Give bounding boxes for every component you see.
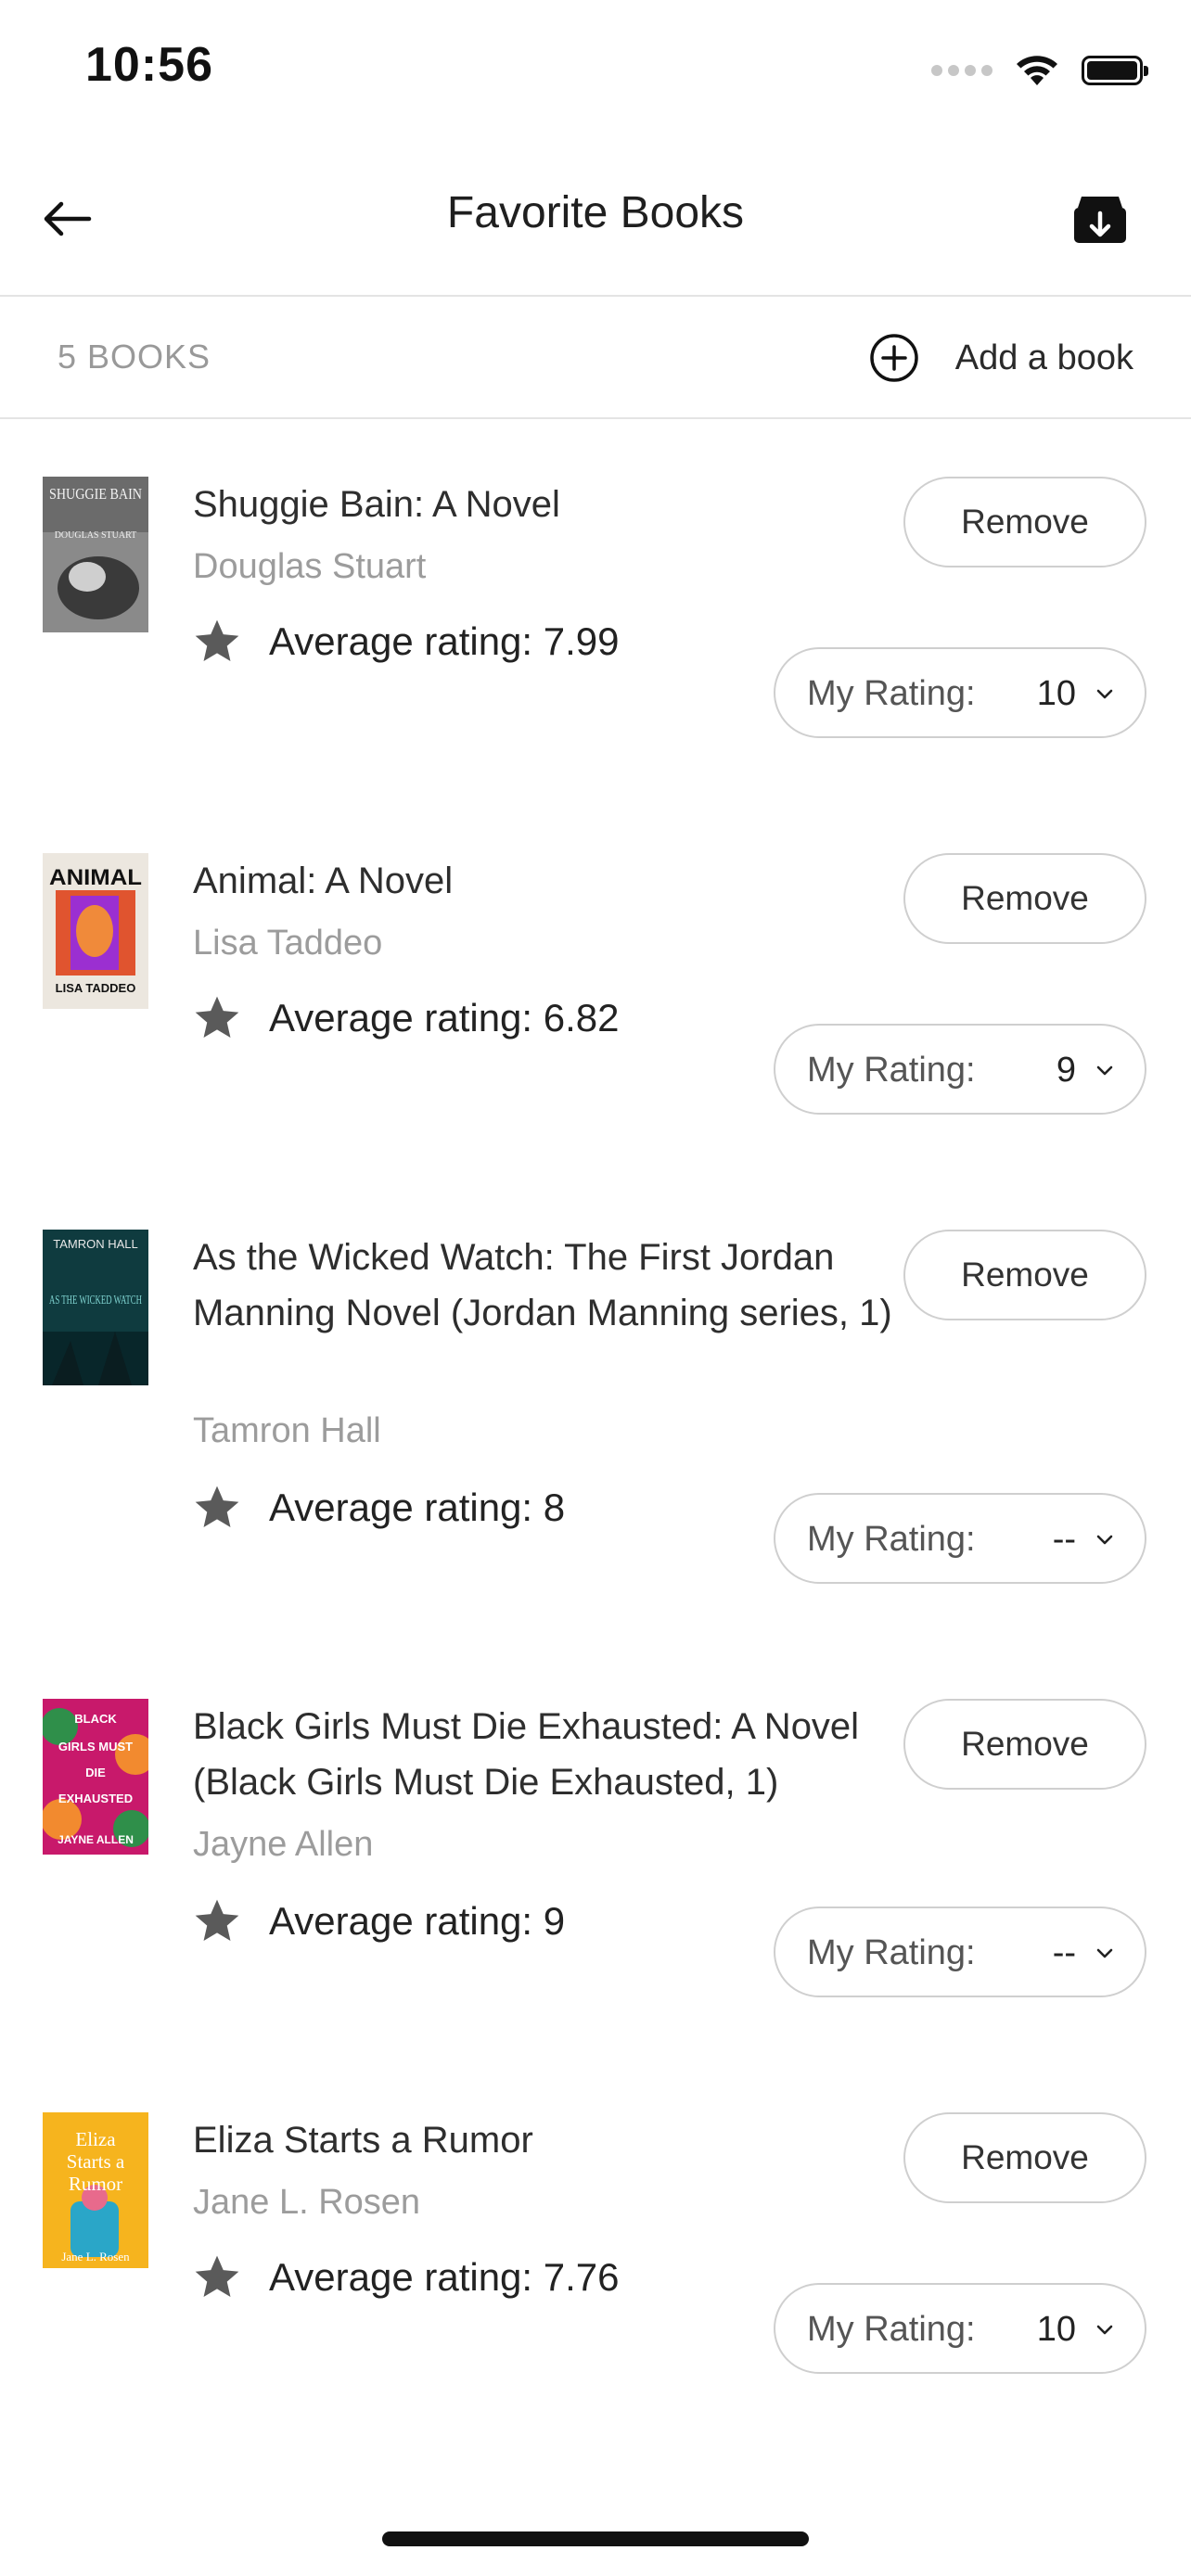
page-title: Favorite Books [446, 188, 745, 237]
svg-text:Eliza: Eliza [75, 2128, 116, 2150]
add-book-button[interactable]: Add a book [868, 332, 1133, 384]
my-rating-value: 9 [1056, 1051, 1076, 1090]
home-indicator[interactable] [382, 2531, 809, 2546]
star-icon [195, 1486, 239, 1527]
battery-icon [1082, 56, 1148, 85]
book-author: Lisa Taddeo [193, 924, 383, 963]
average-rating-text: Average rating: 7.76 [269, 2255, 620, 2299]
book-title: Black Girls Must Die Exhausted: A Novel … [193, 1706, 860, 1803]
my-rating-label: My Rating: [807, 1051, 976, 1090]
status-icons [931, 52, 1148, 89]
my-rating-value: -- [1052, 1933, 1076, 1972]
book-cover[interactable]: Eliza Starts a Rumor Jane L. Rosen [43, 2112, 148, 2268]
remove-button[interactable]: Remove [903, 477, 1146, 567]
book-title: Animal: A Novel [193, 861, 454, 901]
svg-text:DIE: DIE [85, 1766, 106, 1779]
my-rating-select[interactable]: My Rating: -- [774, 1493, 1146, 1584]
status-time: 10:56 [85, 38, 213, 92]
chevron-down-icon [1096, 1065, 1113, 1076]
plus-circle-icon [869, 334, 918, 382]
my-rating-select[interactable]: My Rating: 9 [774, 1024, 1146, 1115]
book-author: Jane L. Rosen [193, 2183, 421, 2222]
average-rating: Average rating: 8 [191, 1482, 565, 1534]
svg-text:Rumor: Rumor [69, 2173, 122, 2195]
status-bar: 10:56 [0, 0, 1191, 139]
star-icon [195, 996, 239, 1038]
svg-text:TAMRON HALL: TAMRON HALL [53, 1237, 138, 1251]
svg-text:JAYNE ALLEN: JAYNE ALLEN [58, 1833, 134, 1846]
book-cover-art: TAMRON HALL AS THE WICKED WATCH [43, 1230, 148, 1385]
average-rating-text: Average rating: 7.99 [269, 619, 620, 663]
svg-text:DOUGLAS STUART: DOUGLAS STUART [55, 530, 137, 541]
book-cover[interactable]: TAMRON HALL AS THE WICKED WATCH [43, 1230, 148, 1385]
my-rating-value: 10 [1036, 2310, 1076, 2349]
chevron-down-icon [1096, 689, 1113, 699]
star-icon [195, 2255, 239, 2297]
chevron-down-icon [1096, 1948, 1113, 1958]
remove-button[interactable]: Remove [903, 1230, 1146, 1320]
svg-text:AS THE WICKED WATCH: AS THE WICKED WATCH [49, 1294, 142, 1307]
book-title: As the Wicked Watch: The First Jordan Ma… [193, 1237, 892, 1333]
book-count: 5 BOOKS [58, 338, 211, 376]
svg-text:GIRLS MUST: GIRLS MUST [58, 1740, 133, 1753]
remove-button[interactable]: Remove [903, 2112, 1146, 2203]
svg-text:BLACK: BLACK [74, 1712, 117, 1726]
average-rating: Average rating: 7.76 [191, 2251, 620, 2303]
remove-button[interactable]: Remove [903, 1699, 1146, 1790]
download-tray-icon [1074, 197, 1126, 243]
book-title: Shuggie Bain: A Novel [193, 484, 560, 525]
average-rating: Average rating: 6.82 [191, 992, 620, 1044]
nav-bar: Favorite Books [0, 139, 1191, 297]
book-cover-art: ANIMAL LISA TADDEO [43, 853, 148, 1009]
my-rating-label: My Rating: [807, 674, 976, 713]
average-rating-text: Average rating: 9 [269, 1899, 566, 1943]
svg-text:Starts a: Starts a [67, 2150, 125, 2173]
svg-text:SHUGGIE BAIN: SHUGGIE BAIN [49, 485, 142, 503]
average-rating: Average rating: 7.99 [191, 616, 620, 668]
book-cover-art: BLACK GIRLS MUST DIE EXHAUSTED JAYNE ALL… [43, 1699, 148, 1855]
svg-text:LISA TADDEO: LISA TADDEO [56, 981, 136, 995]
add-book-label: Add a book [954, 338, 1133, 377]
average-rating: Average rating: 9 [191, 1895, 565, 1947]
my-rating-label: My Rating: [807, 2310, 976, 2349]
book-title: Eliza Starts a Rumor [193, 2120, 533, 2161]
book-cover[interactable]: SHUGGIE BAIN DOUGLAS STUART [43, 477, 148, 632]
star-icon [195, 619, 239, 661]
book-cover[interactable]: ANIMAL LISA TADDEO [43, 853, 148, 1009]
my-rating-label: My Rating: [807, 1520, 976, 1559]
star-icon [195, 1899, 239, 1941]
my-rating-value: -- [1052, 1520, 1076, 1559]
svg-text:EXHAUSTED: EXHAUSTED [58, 1792, 133, 1805]
list-subheader: 5 BOOKS Add a book [0, 297, 1191, 419]
my-rating-value: 10 [1036, 674, 1076, 713]
book-author: Douglas Stuart [193, 547, 427, 586]
my-rating-select[interactable]: My Rating: 10 [774, 2283, 1146, 2374]
average-rating-text: Average rating: 8 [269, 1486, 566, 1529]
book-cover[interactable]: BLACK GIRLS MUST DIE EXHAUSTED JAYNE ALL… [43, 1699, 148, 1855]
book-author: Tamron Hall [193, 1411, 381, 1450]
remove-button[interactable]: Remove [903, 853, 1146, 944]
average-rating-text: Average rating: 6.82 [269, 996, 620, 1039]
chevron-down-icon [1096, 1535, 1113, 1545]
my-rating-label: My Rating: [807, 1933, 976, 1972]
my-rating-select[interactable]: My Rating: -- [774, 1906, 1146, 1997]
svg-text:ANIMAL: ANIMAL [49, 865, 142, 890]
chevron-down-icon [1096, 2325, 1113, 2335]
my-rating-select[interactable]: My Rating: 10 [774, 647, 1146, 738]
cellular-signal-icon [931, 65, 992, 76]
export-button[interactable] [1070, 189, 1130, 249]
book-cover-art: SHUGGIE BAIN DOUGLAS STUART [43, 477, 148, 632]
svg-text:Jane L. Rosen: Jane L. Rosen [61, 2250, 130, 2264]
book-cover-art: Eliza Starts a Rumor Jane L. Rosen [43, 2112, 148, 2268]
wifi-icon [1017, 56, 1057, 85]
book-author: Jayne Allen [193, 1825, 374, 1864]
